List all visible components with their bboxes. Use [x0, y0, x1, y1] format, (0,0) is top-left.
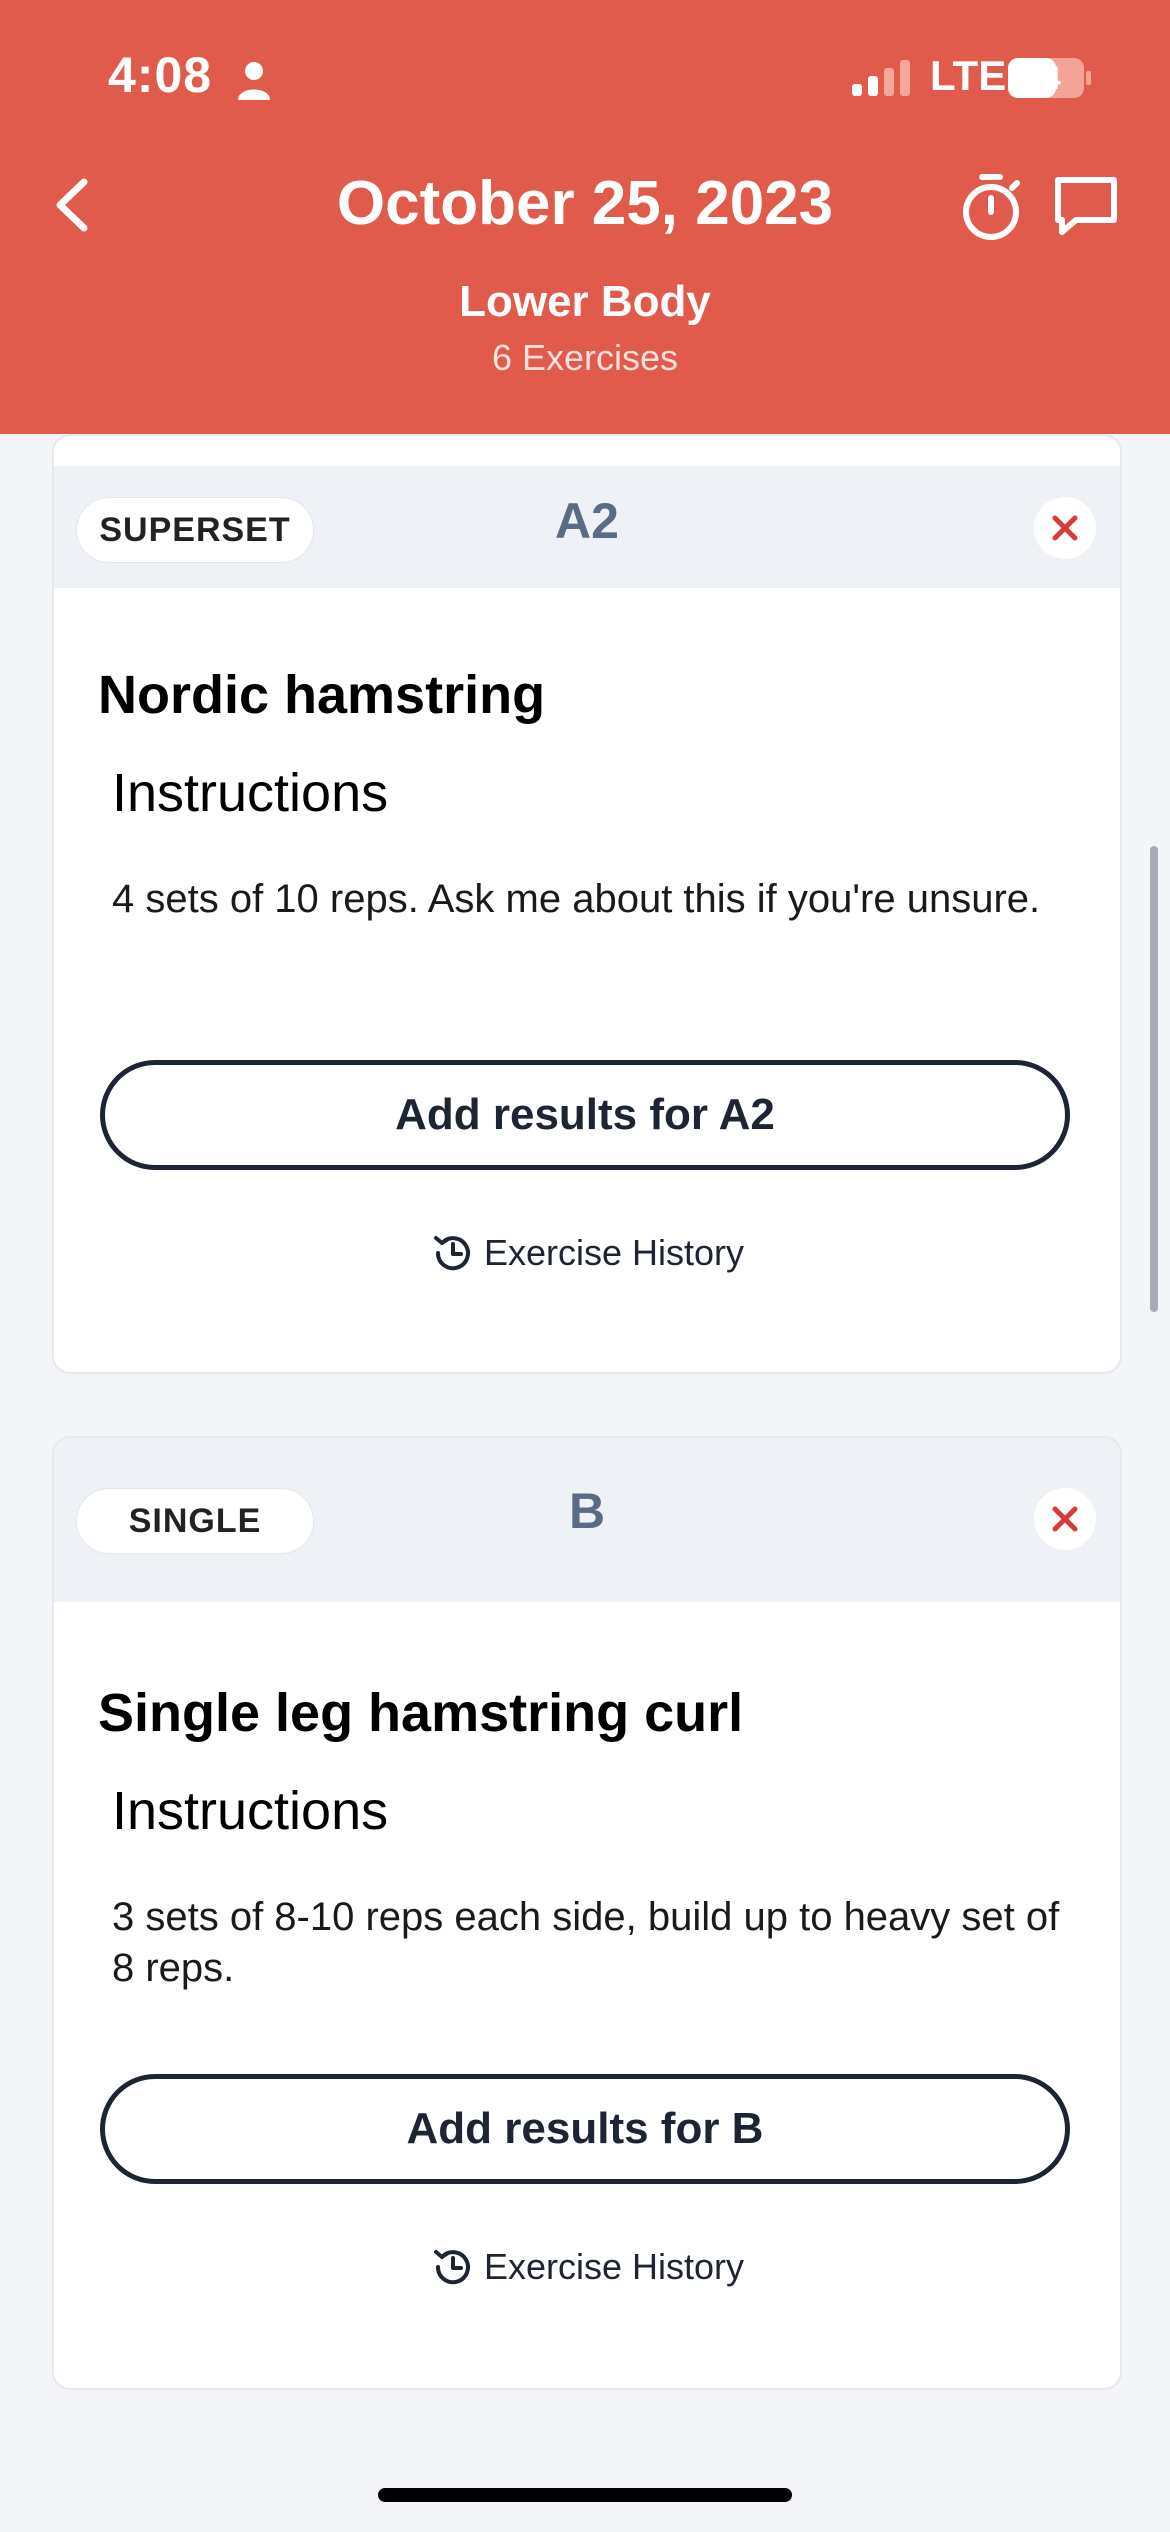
exercise-group-label: B — [568, 1483, 606, 1539]
status-time: 4:08 — [108, 47, 213, 103]
chat-bubble-icon[interactable] — [1050, 172, 1122, 242]
battery-level: 64 — [1025, 60, 1061, 96]
history-icon — [433, 2250, 470, 2285]
exercise-history-label: Exercise History — [483, 1232, 745, 1273]
scrollbar[interactable] — [1150, 846, 1158, 1312]
exercise-card: SUPERSET A2 Nordic hamstring Instruction… — [52, 434, 1122, 1374]
instructions-heading: Instructions — [112, 1781, 389, 1841]
add-results-button[interactable]: Add results for B — [100, 2074, 1070, 2184]
instructions-text: 3 sets of 8-10 reps each side, build up … — [112, 1895, 1060, 1990]
stopwatch-icon[interactable] — [958, 172, 1024, 242]
card-header: SINGLE B — [54, 1438, 1120, 1602]
close-icon — [1052, 515, 1078, 541]
remove-exercise-button[interactable] — [1034, 497, 1096, 559]
history-icon — [433, 1236, 470, 1271]
workout-name: Lower Body — [459, 277, 711, 326]
close-icon — [1052, 1506, 1078, 1532]
network-label: LTE — [930, 52, 1007, 99]
exercise-history-link[interactable]: Exercise History — [54, 2244, 1120, 2290]
exercise-count: 6 Exercises — [491, 337, 679, 378]
card-header: SUPERSET A2 — [54, 466, 1120, 588]
exercise-card: SINGLE B Single leg hamstring curl Instr… — [52, 1436, 1122, 2390]
app-header: 4:08 LTE 64 October 25, 2023 Lower Body … — [0, 0, 1170, 434]
home-indicator[interactable] — [378, 2488, 792, 2502]
instructions-heading: Instructions — [112, 763, 389, 823]
exercise-name: Nordic hamstring — [98, 665, 546, 725]
exercise-history-link[interactable]: Exercise History — [54, 1230, 1120, 1276]
exercise-group-label: A2 — [555, 493, 619, 549]
add-results-button[interactable]: Add results for A2 — [100, 1060, 1070, 1170]
remove-exercise-button[interactable] — [1034, 1488, 1096, 1550]
exercise-name: Single leg hamstring curl — [98, 1683, 744, 1743]
person-icon — [238, 62, 270, 100]
signal-icon — [852, 60, 910, 96]
exercise-history-label: Exercise History — [483, 2246, 745, 2287]
instructions-text: 4 sets of 10 reps. Ask me about this if … — [112, 877, 1041, 921]
